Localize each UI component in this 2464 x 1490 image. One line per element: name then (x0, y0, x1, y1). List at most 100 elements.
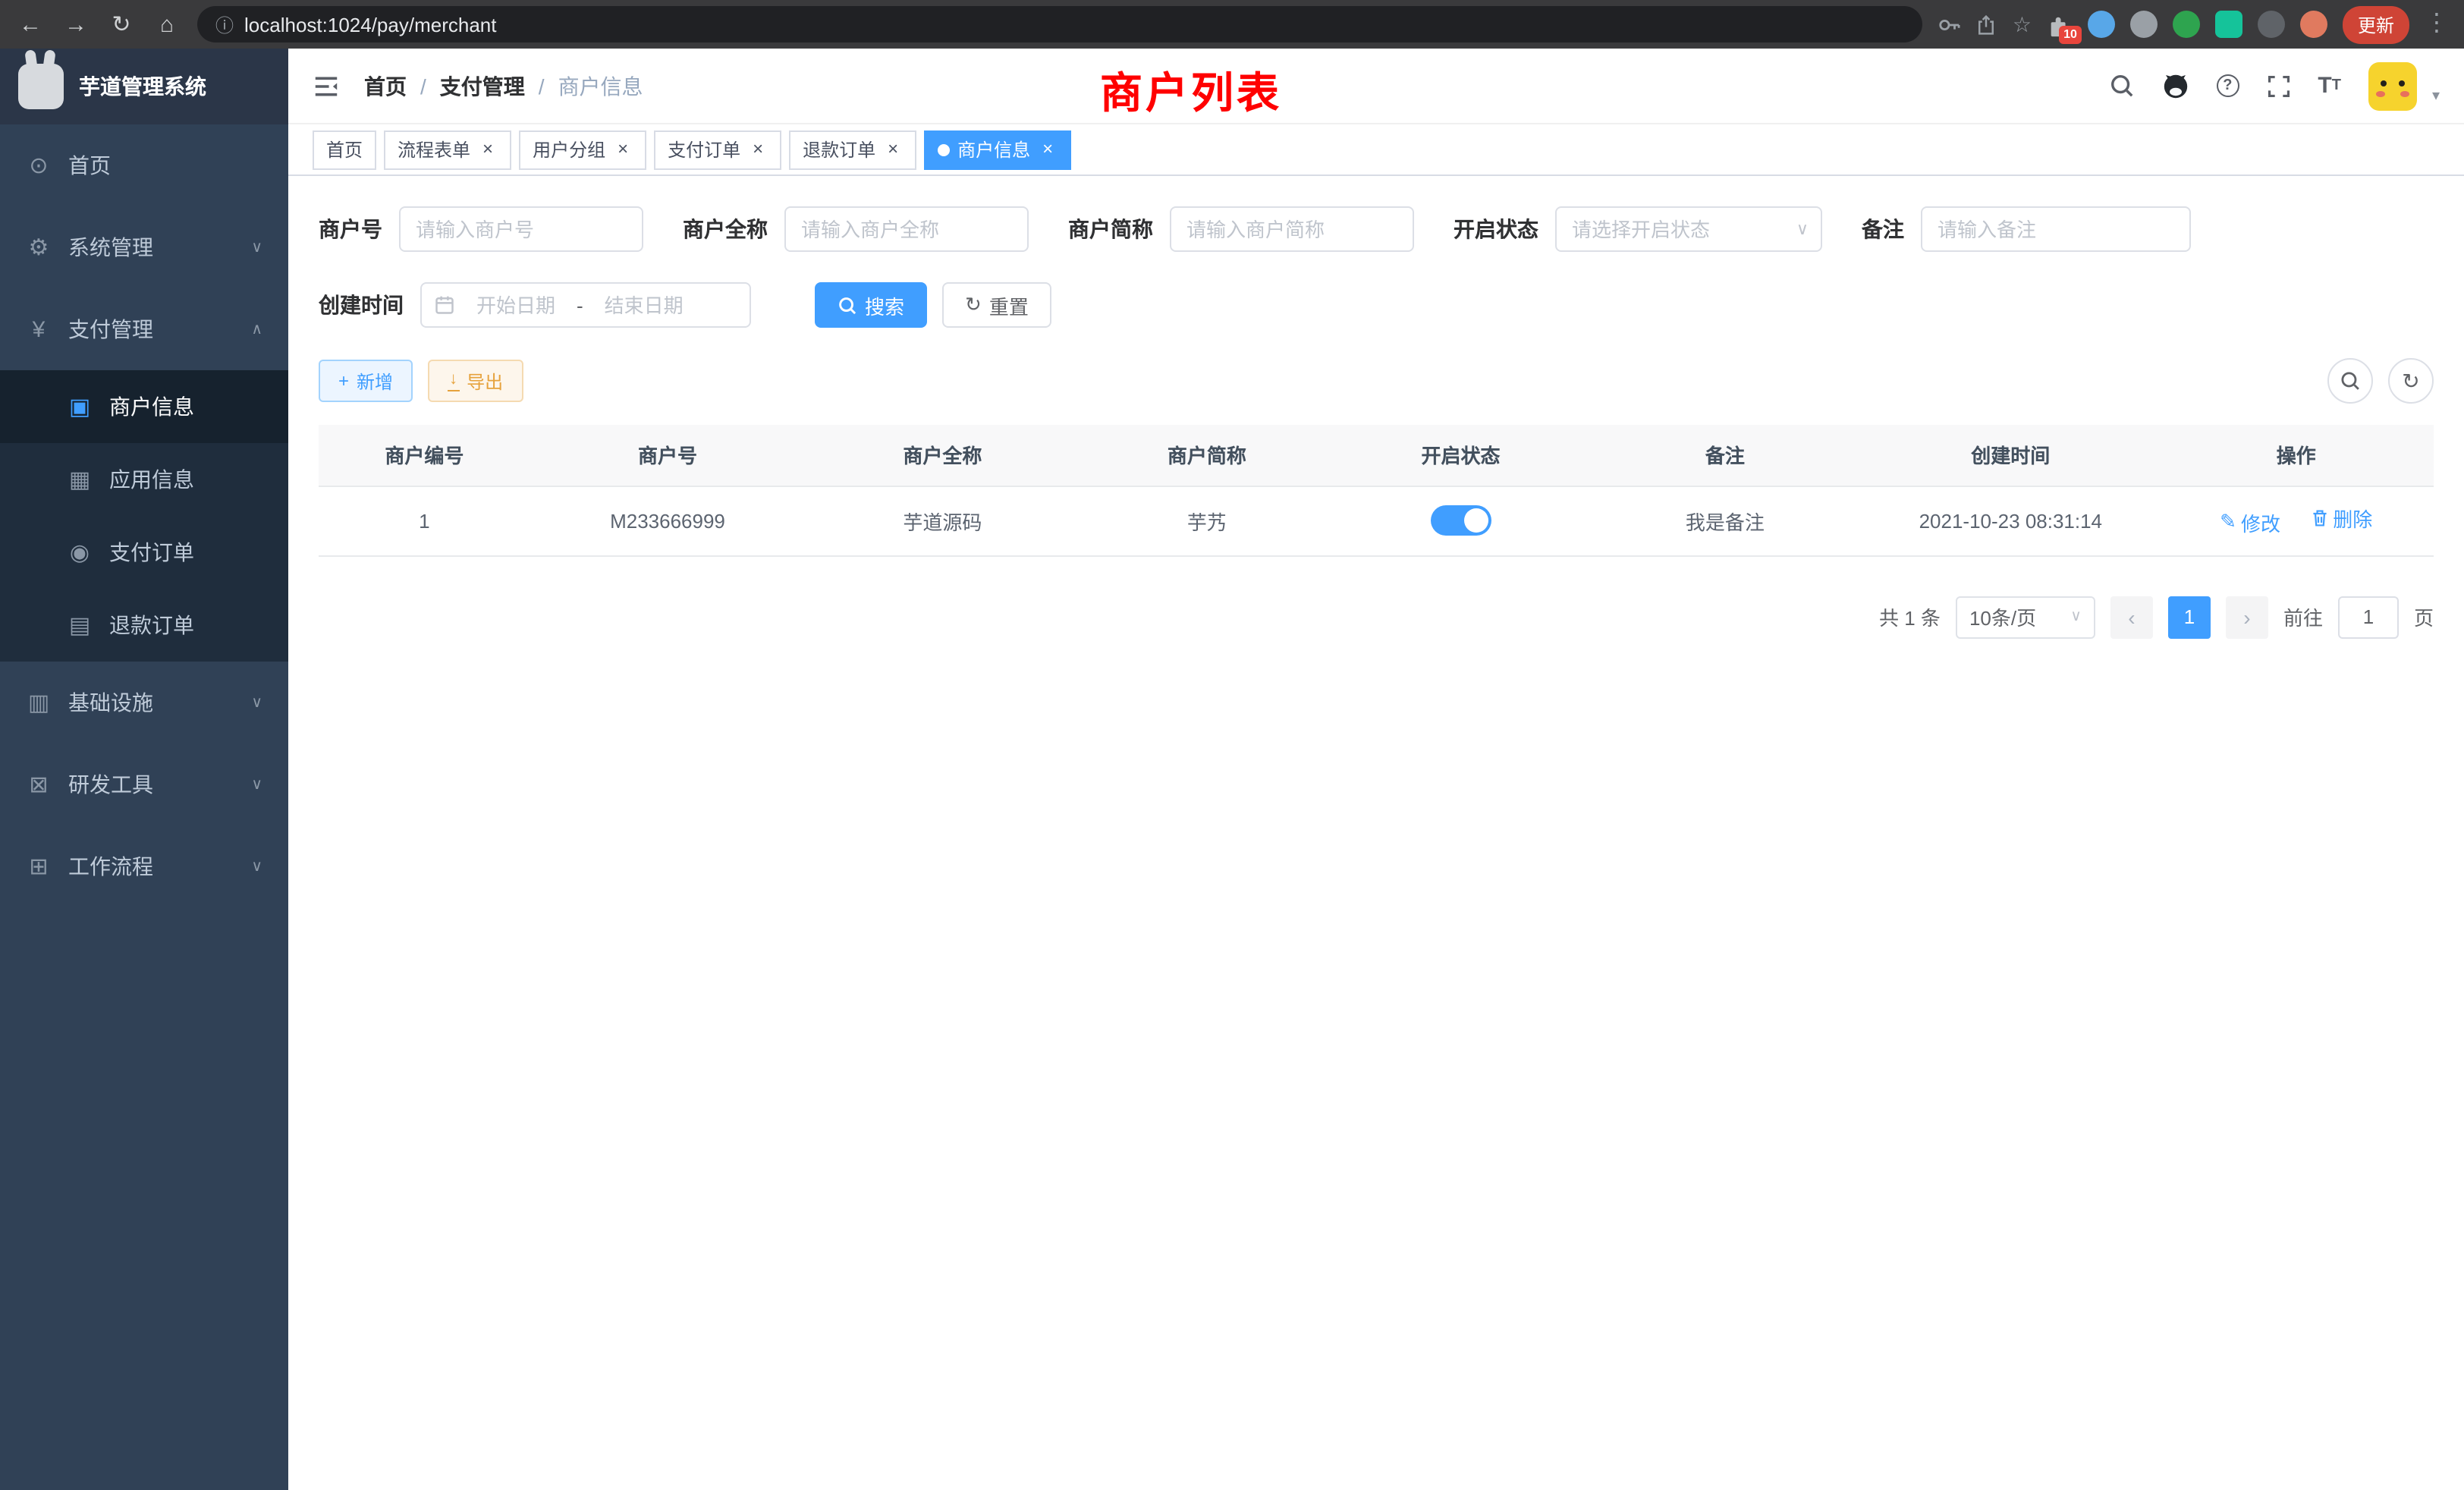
extension-icon[interactable] (2130, 11, 2158, 38)
sidebar-item-label: 基础设施 (68, 687, 153, 718)
navbar-actions: ? TT ▾ (2108, 61, 2440, 110)
status-toggle[interactable] (1430, 505, 1491, 536)
chevron-down-icon: ∨ (251, 239, 262, 256)
short-name-input[interactable] (1170, 206, 1414, 252)
tab-payment-order[interactable]: 支付订单 × (654, 130, 781, 169)
breadcrumb: 首页 / 支付管理 / 商户信息 (364, 71, 643, 101)
fullscreen-icon[interactable] (2266, 74, 2290, 98)
github-icon[interactable] (2161, 72, 2189, 99)
export-button[interactable]: ↓ 导出 (428, 360, 523, 402)
goto-page-input[interactable] (2338, 596, 2399, 638)
chevron-down-icon: ∨ (251, 694, 262, 711)
start-date-input[interactable] (461, 294, 570, 316)
col-create-time: 创建时间 (1862, 425, 2158, 486)
share-icon[interactable] (1976, 13, 1997, 36)
breadcrumb-separator: / (420, 74, 426, 98)
breadcrumb-home[interactable]: 首页 (364, 71, 407, 101)
full-name-input[interactable] (784, 206, 1029, 252)
logo-rabbit-avatar (18, 64, 64, 109)
sidebar-item-label: 系统管理 (68, 232, 153, 262)
remark-label: 备注 (1862, 214, 1904, 244)
page-size-select[interactable]: 10条/页 ∨ (1956, 596, 2095, 638)
browser-back-icon[interactable]: ← (15, 13, 46, 36)
next-page-button[interactable]: › (2226, 596, 2268, 638)
reset-button[interactable]: ↻ 重置 (942, 282, 1051, 328)
add-button[interactable]: + 新增 (319, 360, 413, 402)
search-icon[interactable] (2108, 73, 2134, 99)
prev-page-button[interactable]: ‹ (2110, 596, 2153, 638)
search-button[interactable]: 搜索 (815, 282, 927, 328)
extensions-puzzle-icon[interactable]: 10 (2047, 11, 2073, 37)
sidebar-item-infrastructure[interactable]: ▥ 基础设施 ∨ (0, 662, 288, 743)
close-icon[interactable]: × (748, 140, 768, 159)
page-1-button[interactable]: 1 (2168, 596, 2211, 638)
sidebar-item-system-management[interactable]: ⚙ 系统管理 ∨ (0, 206, 288, 288)
date-range-picker[interactable]: - (420, 282, 751, 328)
close-icon[interactable]: × (478, 140, 498, 159)
delete-link[interactable]: 删除 (2310, 505, 2372, 533)
tab-process-form[interactable]: 流程表单 × (384, 130, 511, 169)
tab-refund-order[interactable]: 退款订单 × (789, 130, 916, 169)
close-icon[interactable]: × (883, 140, 903, 159)
browser-actions: ☆ 10 更新 ⋮ (1938, 5, 2449, 43)
close-icon[interactable]: × (613, 140, 633, 159)
extension-icon[interactable] (2215, 11, 2242, 38)
extension-icon[interactable] (2258, 11, 2285, 38)
breadcrumb-payment[interactable]: 支付管理 (440, 71, 525, 101)
date-separator: - (577, 294, 583, 316)
export-button-label: 导出 (467, 368, 503, 394)
close-icon[interactable]: × (1038, 140, 1058, 159)
sidebar-item-payment-order[interactable]: ◉ 支付订单 (0, 516, 288, 589)
site-info-icon[interactable]: ⓘ (215, 11, 234, 37)
help-icon[interactable]: ? (2216, 74, 2239, 97)
merchant-card-icon: ▣ (67, 393, 93, 420)
col-actions: 操作 (2158, 425, 2434, 486)
sidebar-item-app-info[interactable]: ▦ 应用信息 (0, 443, 288, 516)
edit-link[interactable]: ✎ 修改 (2220, 508, 2280, 537)
sidebar-item-workflow[interactable]: ⊞ 工作流程 ∨ (0, 825, 288, 907)
page-size-value: 10条/页 (1969, 602, 2036, 631)
tab-merchant-info[interactable]: 商户信息 × (924, 130, 1071, 169)
password-key-icon[interactable] (1938, 13, 1961, 36)
browser-home-icon[interactable]: ⌂ (152, 13, 182, 36)
status-select[interactable] (1555, 206, 1822, 252)
chevron-down-icon: ∨ (251, 858, 262, 875)
avatar-caret-down-icon[interactable]: ▾ (2432, 87, 2440, 110)
merchant-no-input[interactable] (399, 206, 643, 252)
end-date-input[interactable] (589, 294, 699, 316)
user-avatar[interactable] (2368, 61, 2417, 110)
toggle-search-button[interactable] (2327, 358, 2373, 404)
address-bar[interactable]: ⓘ localhost:1024/pay/merchant (197, 6, 1923, 42)
app-logo[interactable]: 芋道管理系统 (0, 49, 288, 124)
remark-input[interactable] (1921, 206, 2191, 252)
sidebar-item-payment-management[interactable]: ¥ 支付管理 ∧ (0, 288, 288, 370)
sidebar-item-merchant-info[interactable]: ▣ 商户信息 (0, 370, 288, 443)
sidebar-item-dev-tools[interactable]: ⊠ 研发工具 ∨ (0, 743, 288, 825)
font-size-icon[interactable]: TT (2318, 74, 2341, 97)
bookmark-star-icon[interactable]: ☆ (2013, 14, 2032, 35)
browser-forward-icon[interactable]: → (61, 13, 91, 36)
full-name-label: 商户全称 (683, 214, 768, 244)
tab-user-group[interactable]: 用户分组 × (519, 130, 646, 169)
sidebar-item-label: 工作流程 (68, 851, 153, 882)
sidebar-item-home[interactable]: ⊙ 首页 (0, 124, 288, 206)
cell-full-name: 芋道源码 (805, 486, 1080, 555)
sidebar-item-refund-order[interactable]: ▤ 退款订单 (0, 589, 288, 662)
tab-home[interactable]: 首页 (313, 130, 376, 169)
sidebar-collapse-icon[interactable] (313, 74, 340, 98)
document-icon: ▤ (67, 611, 93, 639)
download-icon: ↓ (448, 371, 459, 391)
cell-merchant-no: M233666999 (530, 486, 805, 555)
url-text: localhost:1024/pay/merchant (244, 13, 496, 36)
goto-suffix: 页 (2414, 602, 2434, 631)
browser-reload-icon[interactable]: ↻ (106, 13, 137, 36)
calendar-icon (434, 294, 455, 316)
browser-menu-icon[interactable]: ⋮ (2425, 12, 2449, 36)
page-annotation: 商户列表 (1100, 61, 1282, 121)
extension-icon[interactable] (2173, 11, 2200, 38)
toolbox-icon: ⊠ (26, 771, 52, 798)
browser-update-button[interactable]: 更新 (2343, 5, 2409, 43)
refresh-table-button[interactable]: ↻ (2388, 358, 2434, 404)
extension-icon[interactable] (2300, 11, 2327, 38)
extension-icon[interactable] (2088, 11, 2115, 38)
